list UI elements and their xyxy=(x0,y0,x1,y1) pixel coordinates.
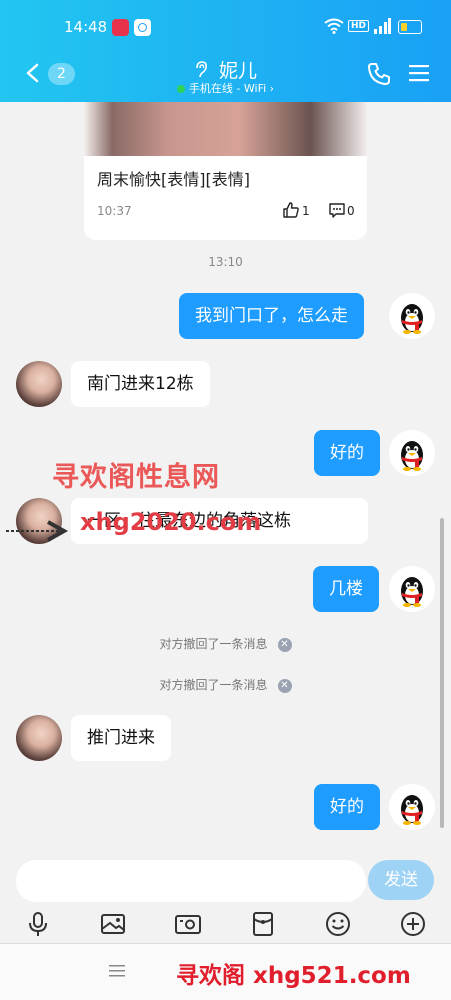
comment-count: 0 xyxy=(347,204,355,218)
scrollbar[interactable] xyxy=(440,518,444,828)
my-avatar[interactable] xyxy=(389,430,435,476)
phone-call-icon[interactable] xyxy=(366,61,392,87)
camera-icon[interactable] xyxy=(174,910,202,938)
like-count: 1 xyxy=(302,204,310,218)
signal-icon xyxy=(374,18,391,34)
wifi-icon xyxy=(324,18,344,34)
contact-avatar[interactable] xyxy=(16,361,62,407)
message-timestamp: 13:10 xyxy=(208,255,243,269)
qq-penguin-icon xyxy=(401,577,423,607)
my-avatar[interactable] xyxy=(389,293,435,339)
my-avatar[interactable] xyxy=(389,784,435,830)
ear-icon xyxy=(196,60,207,77)
online-dot-icon xyxy=(176,85,185,93)
contact-avatar[interactable] xyxy=(16,715,62,761)
recall-text: 对方撤回了一条消息 xyxy=(159,678,268,692)
battery-icon xyxy=(398,20,422,34)
thumbs-up-icon[interactable] xyxy=(282,201,300,219)
recall-notice: 对方撤回了一条消息 ✕ xyxy=(0,676,451,693)
message-bubble-sent[interactable]: 好的 xyxy=(314,784,380,830)
moment-card[interactable]: 周末愉快[表情][表情] 10:37 1 0 xyxy=(84,102,367,240)
recall-text: 对方撤回了一条消息 xyxy=(159,637,268,651)
system-nav-bar: 寻欢阁 xhg521.com xyxy=(0,944,451,1000)
message-bubble-received[interactable]: 南门进来12栋 xyxy=(71,361,210,407)
close-icon[interactable]: ✕ xyxy=(277,678,292,693)
send-button[interactable]: 发送 xyxy=(368,860,434,900)
emoji-icon[interactable] xyxy=(324,910,352,938)
watermark-text: 寻欢阁性息网 xyxy=(52,462,220,493)
qq-penguin-icon xyxy=(401,304,423,334)
input-toolbar xyxy=(0,907,451,941)
message-bubble-sent[interactable]: 好的 xyxy=(314,430,380,476)
message-bubble-sent[interactable]: 我到门口了，怎么走 xyxy=(179,293,364,339)
watermark-arrow-icon xyxy=(6,520,69,542)
image-icon[interactable] xyxy=(99,910,127,938)
hd-badge: HD xyxy=(348,20,370,32)
comment-icon[interactable] xyxy=(328,201,346,219)
qq-penguin-icon xyxy=(401,795,423,825)
moment-caption: 周末愉快[表情][表情] xyxy=(97,170,250,189)
message-input[interactable] xyxy=(16,860,366,902)
close-icon[interactable]: ✕ xyxy=(277,637,292,652)
status-bar: 14:48 HD xyxy=(0,0,451,56)
menu-icon[interactable] xyxy=(408,62,430,84)
microphone-icon[interactable] xyxy=(24,910,52,938)
plus-icon[interactable] xyxy=(399,910,427,938)
qq-penguin-icon xyxy=(401,441,423,471)
red-packet-icon[interactable] xyxy=(249,910,277,938)
online-status-text: 手机在线 - WiFi › xyxy=(188,82,275,95)
my-avatar[interactable] xyxy=(389,566,435,612)
input-area: 发送 xyxy=(0,851,451,943)
chat-area[interactable]: 周末愉快[表情][表情] 10:37 1 0 13:10 我到门口了，怎么走 南… xyxy=(0,102,451,851)
moment-time: 10:37 xyxy=(97,204,132,218)
browser-app-icon xyxy=(134,19,151,36)
watermark-url: xhg2020.com xyxy=(80,508,262,536)
status-time: 14:48 xyxy=(64,18,108,36)
recall-notice: 对方撤回了一条消息 ✕ xyxy=(0,635,451,652)
video-app-icon xyxy=(112,19,129,36)
menu-icon[interactable] xyxy=(109,964,125,978)
chat-header: 14:48 HD 2 妮儿 手机在线 - WiFi › xyxy=(0,0,451,102)
watermark-footer: 寻欢阁 xhg521.com xyxy=(176,963,411,989)
message-bubble-sent[interactable]: 几楼 xyxy=(313,566,379,612)
moment-photo[interactable] xyxy=(84,102,367,156)
contact-name: 妮儿 xyxy=(219,60,258,82)
message-bubble-received[interactable]: 推门进来 xyxy=(71,715,171,761)
